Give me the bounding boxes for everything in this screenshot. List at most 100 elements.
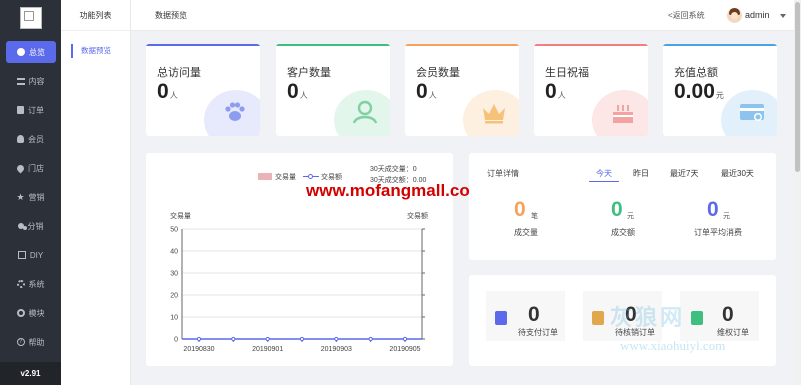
sidebar-item-members[interactable]: 会员 <box>0 128 61 150</box>
metric-volume-value: 0 <box>514 198 526 221</box>
list-icon <box>16 77 25 85</box>
legend-swatch-volume <box>258 173 272 180</box>
line-point <box>231 336 236 342</box>
stat-card-visits: 总访问量 0人 <box>146 44 260 136</box>
card-icon <box>740 104 764 121</box>
line-point <box>334 336 339 342</box>
sidebar-item-marketing[interactable]: ★ 营销 <box>0 186 61 208</box>
legend-label-volume: 交易量 <box>275 174 296 181</box>
help-icon: ? <box>16 338 25 346</box>
submenu-title: 功能列表 <box>61 0 130 31</box>
pie-chart-icon <box>17 48 25 56</box>
metric-volume-unit: 笔 <box>531 213 538 220</box>
refund-icon <box>691 311 703 325</box>
stat-value: 0人 <box>157 80 178 103</box>
stat-value: 0.00元 <box>674 80 724 103</box>
y-tick-label: 10 <box>170 315 178 322</box>
metric-amount-value: 0 <box>611 198 623 221</box>
tab-last-7-days[interactable]: 最近7天 <box>670 168 698 179</box>
active-tab-indicator <box>589 181 619 182</box>
stat-card-recharge: 充值总额 0.00元 <box>663 44 777 136</box>
paw-icon <box>225 102 245 121</box>
trade-chart: 0 10 20 30 40 50 20190830 20190901 20190903 2019… <box>170 211 428 353</box>
line-point <box>402 336 408 342</box>
customer-icon <box>352 100 378 124</box>
user-icon <box>17 135 24 143</box>
y-tick-label: 40 <box>170 249 178 256</box>
metric-average-value: 0 <box>707 198 719 221</box>
card-accent <box>405 44 519 46</box>
location-pin-icon <box>15 163 26 173</box>
sidebar-item-label: 营销 <box>28 192 45 202</box>
scrollbar-thumb[interactable] <box>795 2 800 172</box>
stat-value: 0人 <box>545 80 566 103</box>
stat-card-customers: 客户数量 0人 <box>276 44 390 136</box>
stat-title: 客户数量 <box>287 67 331 79</box>
tab-yesterday[interactable]: 昨日 <box>633 168 649 179</box>
card-accent <box>146 44 260 46</box>
y-axis-label-right: 交易额 <box>407 211 428 220</box>
crown-icon <box>483 104 505 124</box>
card-accent <box>276 44 390 46</box>
stat-title: 总访问量 <box>157 67 201 79</box>
metric-amount-label: 成交额 <box>611 228 635 237</box>
x-tick-label: 20190901 <box>252 346 283 353</box>
metric-amount-unit: 元 <box>627 213 634 220</box>
line-point <box>196 336 202 342</box>
metric-average-unit: 元 <box>723 213 730 220</box>
order-icon <box>17 106 24 114</box>
watermark-url: www.xiaohuiyl.com <box>620 338 726 353</box>
tab-today[interactable]: 今天 <box>596 168 612 179</box>
x-tick-label: 20190903 <box>321 346 352 353</box>
stat-unit: 元 <box>715 91 724 100</box>
x-tick-label: 20190830 <box>183 346 214 353</box>
sidebar-item-content[interactable]: 内容 <box>0 70 61 92</box>
diy-icon <box>17 251 26 259</box>
stat-unit: 人 <box>169 91 178 100</box>
metric-volume-label: 成交量 <box>514 228 538 237</box>
stat-card-members: 会员数量 0人 <box>405 44 519 136</box>
stat-unit: 人 <box>299 91 308 100</box>
chevron-down-icon[interactable] <box>780 14 786 18</box>
sidebar-item-system[interactable]: 系统 <box>0 273 61 295</box>
scrollbar[interactable] <box>794 0 801 385</box>
stat-value: 0人 <box>287 80 308 103</box>
verify-icon <box>592 311 604 325</box>
sidebar-item-overview[interactable]: 总览 <box>6 41 56 63</box>
stat-title: 会员数量 <box>416 67 460 79</box>
line-point <box>368 336 373 342</box>
sidebar-item-diy[interactable]: DIY <box>0 244 61 266</box>
summary-30day-count: 30天成交量：0 <box>370 166 417 173</box>
sidebar: 总览 内容 订单 会员 门店 ★ 营销 分销 DIY 系统 模块 ? 帮助 v2… <box>0 0 61 385</box>
sidebar-item-orders[interactable]: 订单 <box>0 99 61 121</box>
cake-icon <box>613 105 633 123</box>
stat-title: 充值总额 <box>674 67 718 79</box>
back-to-system-link[interactable]: <返回系统 <box>668 0 705 31</box>
pending-unpaid-label: 待支付订单 <box>518 328 558 337</box>
card-accent <box>534 44 648 46</box>
y-tick-label: 50 <box>170 227 178 234</box>
pending-unpaid-value: 0 <box>528 303 540 326</box>
sidebar-item-label: DIY <box>29 250 44 260</box>
page-title: 数据预览 <box>155 11 187 20</box>
username[interactable]: admin <box>745 0 770 31</box>
sidebar-item-help[interactable]: ? 帮助 <box>0 331 61 353</box>
y-tick-label: 0 <box>174 337 178 344</box>
sidebar-item-stores[interactable]: 门店 <box>0 157 61 179</box>
sidebar-item-modules[interactable]: 模块 <box>0 302 61 324</box>
tab-last-30-days[interactable]: 最近30天 <box>721 168 754 179</box>
avatar[interactable] <box>727 8 742 23</box>
sidebar-item-label: 帮助 <box>28 337 45 347</box>
line-point <box>265 336 270 342</box>
line-point <box>299 336 305 342</box>
stat-unit: 人 <box>557 91 566 100</box>
submenu-item-data-preview[interactable]: 数据预览 <box>71 44 111 58</box>
sidebar-item-label: 内容 <box>28 76 45 86</box>
sidebar-item-distribution[interactable]: 分销 <box>0 215 61 237</box>
sidebar-item-label: 分销 <box>27 221 44 231</box>
stat-card-birthdays: 生日祝福 0人 <box>534 44 648 136</box>
topbar: 数据预览 <返回系统 admin <box>131 0 794 31</box>
legend-dot-amount <box>308 174 313 179</box>
logo[interactable] <box>20 7 42 29</box>
stat-unit: 人 <box>428 91 437 100</box>
